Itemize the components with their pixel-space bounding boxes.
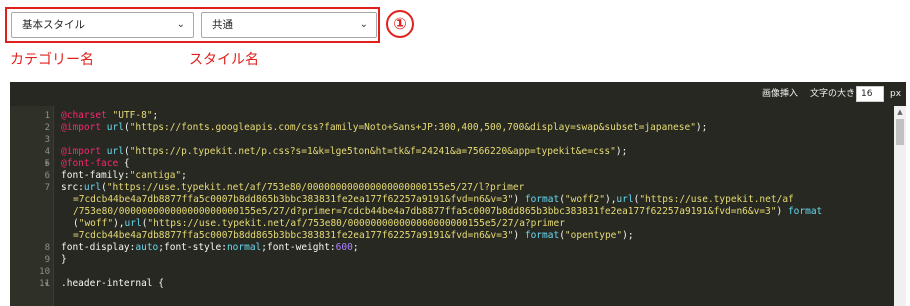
code-line: .header-internal {: [61, 278, 164, 289]
code-line-wrap: =7cdcb44be4a7db8877ffa5c0007b8dd865b3bbc…: [73, 230, 634, 241]
category-name-annotation: カテゴリー名: [10, 52, 94, 68]
code-line: @import url("https://p.typekit.net/p.css…: [61, 146, 628, 157]
editor-toolbar: 画像挿入 文字の大きさ px: [10, 82, 906, 106]
line-number: 6: [44, 171, 50, 181]
line-number: 9: [44, 255, 50, 265]
line-number: 4: [44, 147, 50, 157]
category-select[interactable]: 基本スタイル ⌄: [11, 12, 194, 38]
line-number-gutter: 1 2 3 4 5 ▾ 6 7 8 9 10 11 ▾: [10, 106, 54, 306]
code-line: @charset "UTF-8";: [61, 110, 159, 121]
chevron-down-icon: ⌄: [176, 19, 185, 30]
insert-image-button[interactable]: 画像挿入: [762, 82, 798, 106]
annotation-number-badge: ①: [386, 10, 414, 38]
style-select[interactable]: 共通 ⌄: [201, 12, 377, 38]
category-select-value: 基本スタイル: [22, 19, 85, 31]
code-line-wrap: /753e80/000000000000000000000155e5/27/d?…: [73, 206, 823, 217]
scrollbar-thumb[interactable]: [896, 119, 904, 145]
font-size-unit: px: [890, 89, 902, 99]
line-number: 8: [44, 243, 50, 253]
code-line: font-family:"cantiga";: [61, 170, 187, 181]
scrollbar-track[interactable]: [894, 146, 906, 306]
code-line: @font-face {: [61, 158, 130, 169]
chevron-down-icon: ⌄: [359, 19, 368, 30]
code-line: font-display:auto;font-style:normal;font…: [61, 242, 359, 253]
line-number: 3: [44, 135, 50, 145]
code-line: }: [61, 254, 67, 265]
code-line-wrap: =7cdcb44be4a7db8877ffa5c0007b8dd865b3bbc…: [73, 194, 794, 205]
style-name-annotation: スタイル名: [189, 52, 259, 68]
line-number: 1: [44, 111, 50, 121]
line-number: 7: [44, 183, 50, 193]
style-select-value: 共通: [212, 19, 233, 31]
scroll-up-arrow-icon[interactable]: ▲: [894, 106, 906, 118]
code-line: src:url("https://use.typekit.net/af/753e…: [61, 182, 525, 193]
fold-arrow-icon[interactable]: ▾: [44, 278, 49, 290]
font-size-input[interactable]: [856, 86, 884, 102]
line-number: 2: [44, 123, 50, 133]
css-code-editor[interactable]: 画像挿入 文字の大きさ px 1 2 3 4 5 ▾ 6 7 8 9 10 11…: [10, 82, 906, 306]
line-number: 10: [39, 267, 50, 277]
code-line: @import url("https://fonts.googleapis.co…: [61, 122, 708, 133]
fold-arrow-icon[interactable]: ▾: [44, 158, 49, 170]
code-area[interactable]: 1 2 3 4 5 ▾ 6 7 8 9 10 11 ▾ @charset "UT…: [10, 106, 890, 306]
code-line-wrap: ("woff"),url("https://use.typekit.net/af…: [73, 218, 565, 229]
vertical-scrollbar[interactable]: ▲: [894, 106, 906, 306]
